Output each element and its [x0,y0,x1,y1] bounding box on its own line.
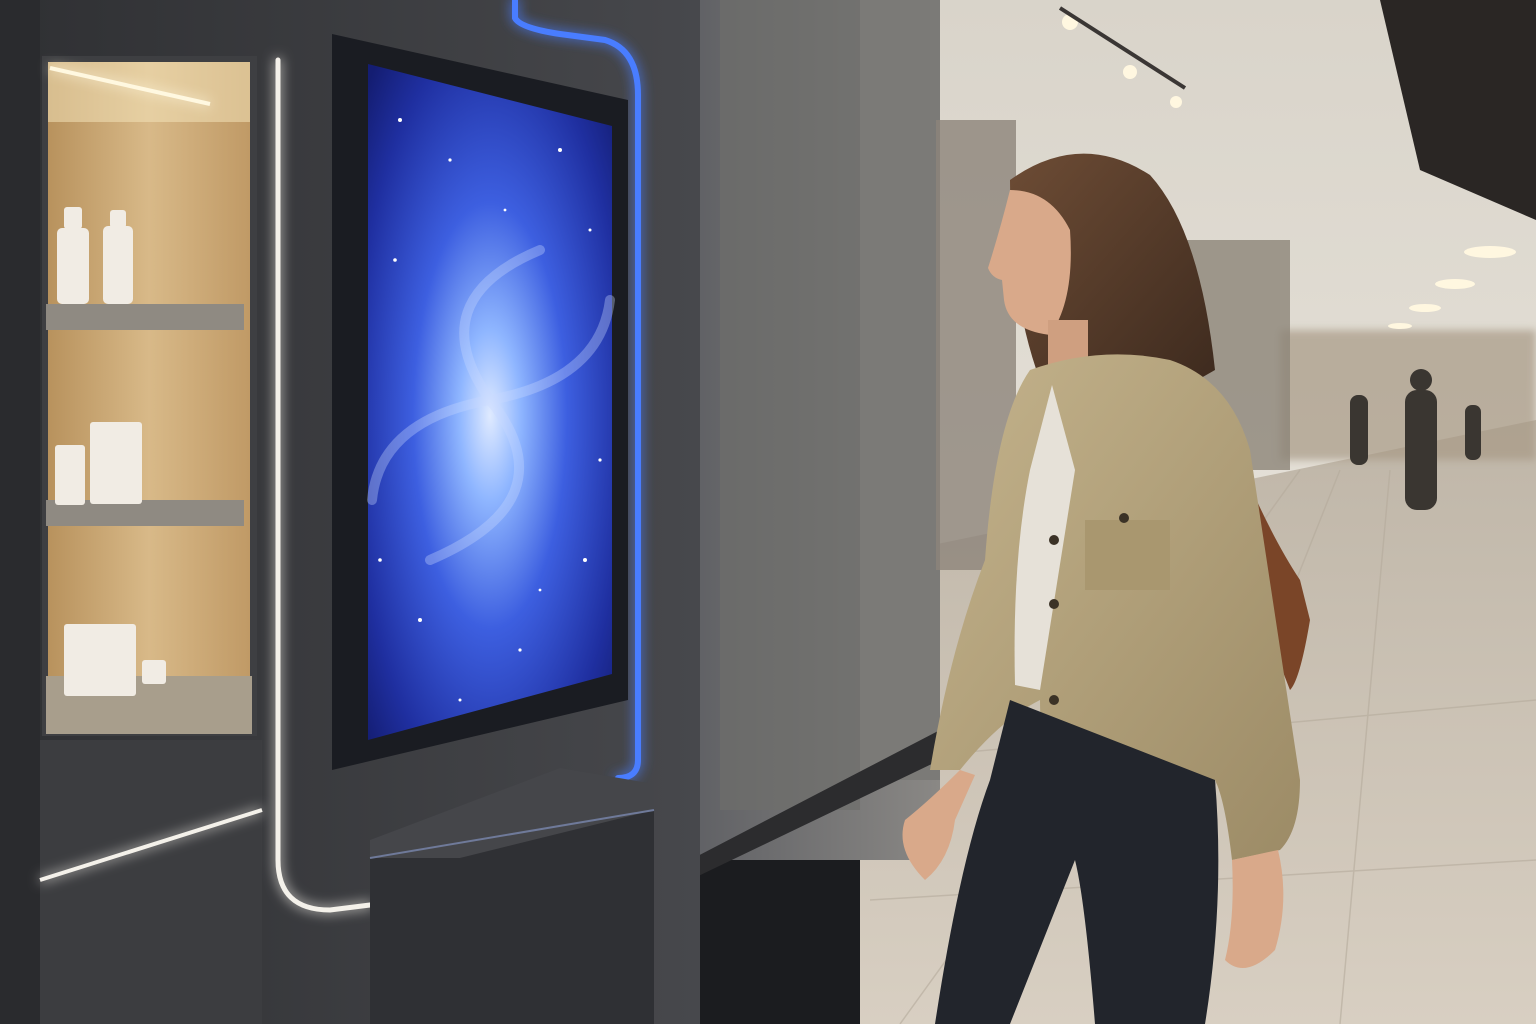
mall-display-scene [0,0,1536,1024]
digital-signage-screen [332,34,628,770]
lower-cabinet [39,740,263,1024]
product-shelf [42,56,257,736]
